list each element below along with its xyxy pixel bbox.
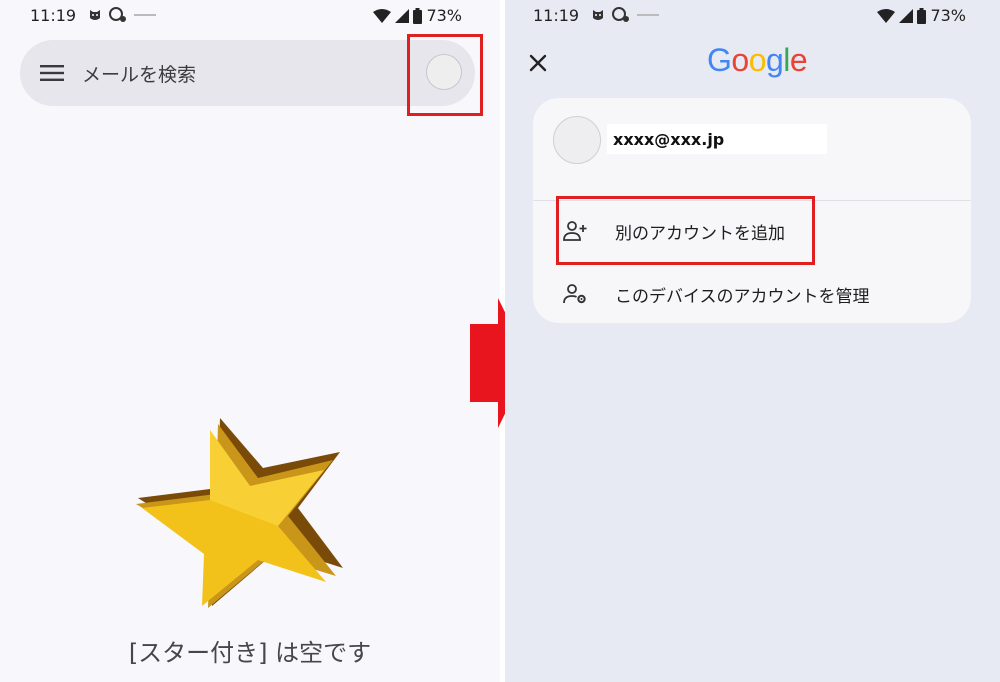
highlight-box-add-account <box>556 196 815 265</box>
star-illustration <box>128 408 348 612</box>
account-avatar <box>553 116 601 164</box>
logo-letter: g <box>765 42 784 78</box>
signal-icon <box>395 8 410 23</box>
logo-letter: G <box>707 42 732 78</box>
notification-app-icon <box>90 10 100 20</box>
status-right: 73% <box>877 6 966 25</box>
battery-icon <box>917 7 927 24</box>
cloud-app-icon <box>612 7 629 22</box>
dots-icon <box>637 14 659 16</box>
status-right: 73% <box>373 6 462 25</box>
google-logo: Google <box>707 42 808 79</box>
signal-icon <box>899 8 914 23</box>
logo-letter: e <box>789 42 808 78</box>
cloud-app-icon <box>109 7 126 22</box>
manage-accounts-item[interactable]: このデバイスのアカウントを管理 <box>533 269 971 319</box>
dots-icon <box>134 14 156 16</box>
battery-percent: 73% <box>426 6 462 25</box>
highlight-box-avatar <box>407 34 483 116</box>
battery-icon <box>413 7 423 24</box>
logo-letter: o <box>731 42 749 78</box>
status-time: 11:19 <box>533 6 580 25</box>
status-bar: 11:19 73% <box>0 0 500 32</box>
status-bar: 11:19 73% <box>505 0 1000 32</box>
account-email: xxxx@xxx.jp <box>613 130 725 149</box>
search-input[interactable]: メールを検索 <box>82 60 196 87</box>
empty-state-message: [スター付き] は空です <box>128 639 372 667</box>
notification-icons <box>88 5 156 25</box>
account-switcher-screen: 11:19 73% Google xxxx@xxx.jp 別のアカウントを追加 … <box>505 0 1000 682</box>
battery-percent: 73% <box>930 6 966 25</box>
wifi-icon <box>877 8 896 23</box>
notification-icons <box>591 5 659 25</box>
logo-letter: o <box>748 42 767 78</box>
manage-accounts-icon <box>563 284 586 304</box>
hamburger-menu-icon[interactable] <box>40 64 64 82</box>
star-icon <box>136 418 343 608</box>
status-time: 11:19 <box>30 6 77 25</box>
manage-accounts-label: このデバイスのアカウントを管理 <box>615 287 870 307</box>
notification-app-icon <box>593 10 603 20</box>
wifi-icon <box>373 8 392 23</box>
logo-letter: l <box>783 42 790 78</box>
close-icon[interactable] <box>529 54 547 72</box>
gmail-starred-screen: 11:19 73% メールを検索 [スター付き] は空です <box>0 0 500 682</box>
